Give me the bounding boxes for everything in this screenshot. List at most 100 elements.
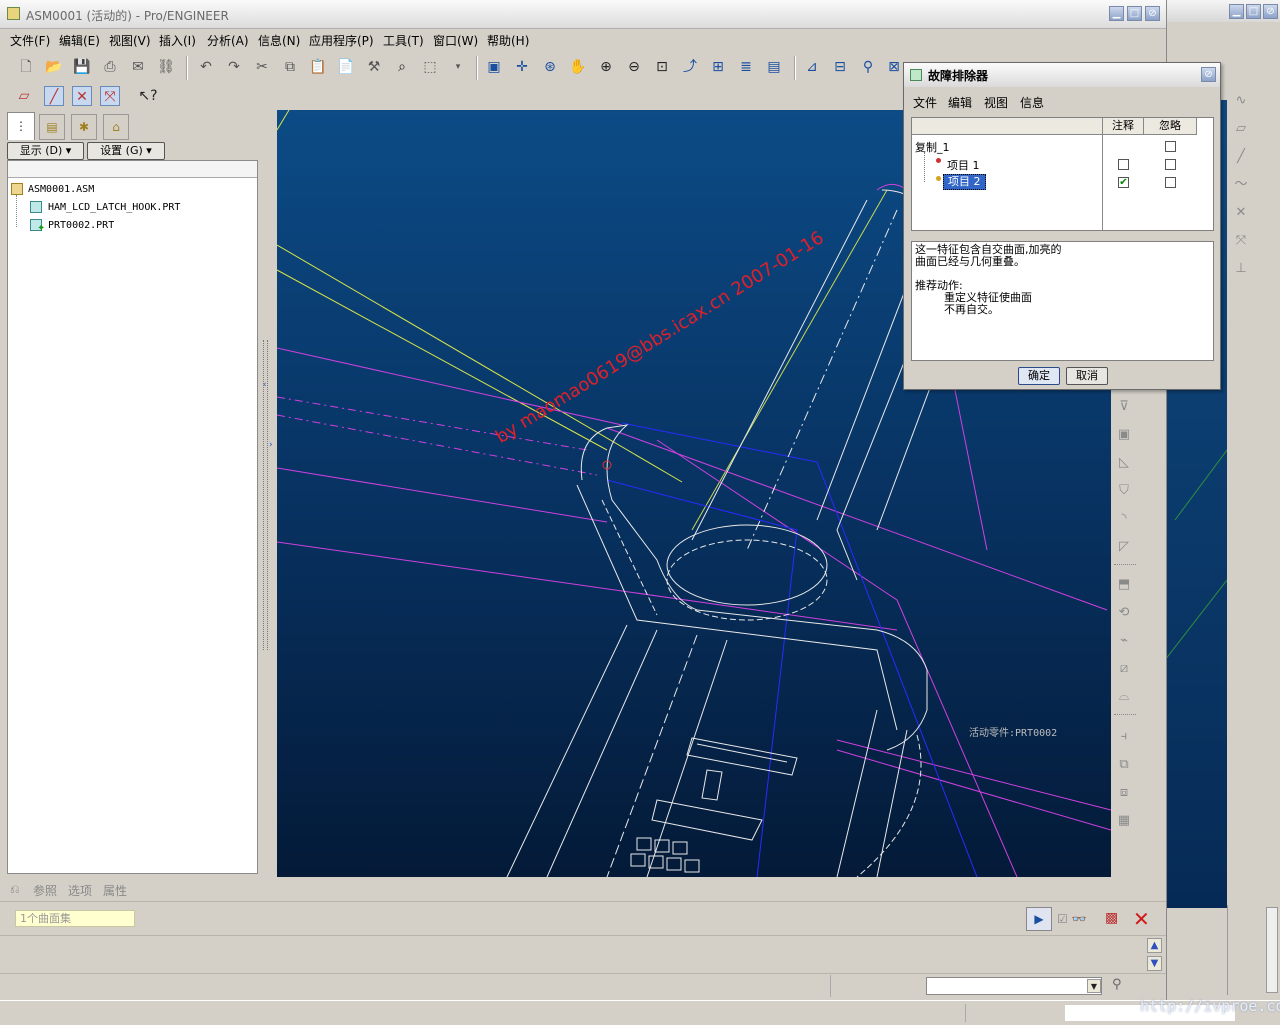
plane-display-icon[interactable]: ▱ [14,86,34,106]
tab-references[interactable]: 参照 [33,882,57,899]
expand-arrow-icon[interactable]: › [269,440,273,450]
pan-icon[interactable]: ✋ [568,57,588,77]
cut-icon[interactable]: ✂ [252,57,272,77]
menu-tools[interactable]: 工具(T) [383,32,424,49]
scroll-down-icon[interactable]: ▼ [1147,956,1162,971]
spin-center-icon[interactable]: ✛ [512,57,532,77]
datum-axis-icon[interactable]: ╱ [1232,148,1250,166]
menu-analysis[interactable]: 分析(A) [207,32,249,49]
revolve-tool-icon[interactable]: ⟲ [1115,604,1133,622]
close-icon[interactable]: ⊘ [1145,6,1160,21]
mirror-tool-icon[interactable]: ⫞ [1115,728,1133,746]
shell-tool-icon[interactable]: ▣ [1115,426,1133,444]
issue-row-item-1[interactable]: 项目 1 [947,157,980,173]
resume-play-icon[interactable]: ▶ [1026,907,1052,931]
zoom-out-icon[interactable]: ⊖ [624,57,644,77]
note-checkbox-item-2[interactable]: ✔ [1118,177,1129,188]
tab-properties[interactable]: 属性 [103,882,127,899]
view-manager-icon[interactable]: ▤ [764,57,784,77]
bg-scrollbar[interactable] [1227,905,1278,995]
navigator-splitter[interactable]: ‹ › [261,110,275,876]
redo-icon[interactable]: ↷ [224,57,244,77]
surface-collector[interactable]: 1个曲面集 [15,910,135,927]
tab-options[interactable]: 选项 [68,882,92,899]
menu-insert[interactable]: 插入(I) [159,32,196,49]
hole-tool-icon[interactable]: ⊽ [1115,398,1133,416]
ignore-checkbox-item-2[interactable] [1165,177,1176,188]
filter-dropdown[interactable]: ▼ [926,977,1102,995]
menu-window[interactable]: 窗口(W) [433,32,478,49]
select-box-icon[interactable]: ⬚ [420,57,440,77]
tree-item-part-latch-hook[interactable]: HAM_LCD_LATCH_HOOK.PRT [48,202,180,213]
menu-help[interactable]: 帮助(H) [487,32,529,49]
menu-info[interactable]: 信息(N) [258,32,300,49]
csys-display-icon[interactable]: ⤧ [100,86,120,106]
context-help-icon[interactable]: ↖? [138,86,158,106]
tab-favorites-icon[interactable]: ✱ [71,114,97,140]
ignore-checkbox-item-1[interactable] [1165,159,1176,170]
point-display-icon[interactable]: ✕ [72,86,92,106]
trim-tool-icon[interactable]: ⧈ [1115,784,1133,802]
datum-point-on-icon[interactable]: ⚲ [858,57,878,77]
datum-plane-icon[interactable]: ▱ [1232,120,1250,138]
undo-icon[interactable]: ↶ [196,57,216,77]
repaint-icon[interactable]: ▣ [484,57,504,77]
find-icon[interactable]: ⌕ [392,57,412,77]
sweep-tool-icon[interactable]: ⌁ [1115,632,1133,650]
extrude-tool-icon[interactable]: ⬒ [1115,576,1133,594]
dialog-menu-file[interactable]: 文件 [913,94,937,111]
datum-axis-on-icon[interactable]: ⊟ [830,57,850,77]
note-checkbox-item-1[interactable] [1118,159,1129,170]
tree-item-assembly[interactable]: ASM0001.ASM [28,184,94,195]
new-file-icon[interactable]: 🗋 [16,57,36,77]
reorient-icon[interactable]: ⤴ [680,57,700,77]
build-feature-icon[interactable]: ▩ [1105,910,1118,926]
rib-tool-icon[interactable]: ◺ [1115,454,1133,472]
layers-icon[interactable]: ≣ [736,57,756,77]
bg-maximize-icon[interactable]: □ [1246,4,1261,19]
dialog-close-icon[interactable]: ⊘ [1201,67,1216,82]
paste-icon[interactable]: 📋 [308,57,328,77]
print-icon[interactable]: ⎙ [100,57,120,77]
saved-views-icon[interactable]: ⊞ [708,57,728,77]
blend-tool-icon[interactable]: ⧄ [1115,660,1133,678]
copy-icon[interactable]: ⧉ [280,57,300,77]
dialog-menu-view[interactable]: 视图 [984,94,1008,111]
datum-point-icon[interactable]: ✕ [1232,204,1250,222]
zoom-in-icon[interactable]: ⊕ [596,57,616,77]
csys-icon[interactable]: ⤧ [1232,232,1250,250]
save-icon[interactable]: 💾 [72,57,92,77]
message-scrollbar[interactable]: ▲ ▼ [1147,938,1162,972]
orient-mode-icon[interactable]: ⊛ [540,57,560,77]
menu-applications[interactable]: 应用程序(P) [309,32,374,49]
round-tool-icon[interactable]: ◝ [1115,510,1133,528]
filter-dropdown-arrow-icon[interactable]: ▼ [1087,979,1101,993]
email-icon[interactable]: ✉ [128,57,148,77]
pattern-tool-icon[interactable]: ▦ [1115,812,1133,830]
issue-row-copy[interactable]: 复制_1 [915,139,950,155]
regenerate-icon[interactable]: ⚒ [364,57,384,77]
maximize-icon[interactable]: □ [1127,6,1142,21]
menu-edit[interactable]: 编辑(E) [59,32,100,49]
display-button[interactable]: 显示 (D) ▾ [7,142,84,160]
menu-view[interactable]: 视图(V) [109,32,151,49]
axis-display-icon[interactable]: ╱ [44,86,64,106]
csys-on-icon[interactable]: ⊠ [884,57,904,77]
scroll-up-icon[interactable]: ▲ [1147,938,1162,953]
collapse-arrow-icon[interactable]: ‹ [263,380,267,390]
cancel-button[interactable]: 取消 [1066,367,1108,385]
menu-file[interactable]: 文件(F) [10,32,50,49]
cancel-feature-icon[interactable]: ✕ [1133,907,1150,931]
dialog-menu-edit[interactable]: 编辑 [948,94,972,111]
paste-special-icon[interactable]: 📄 [336,57,356,77]
preview-glasses-icon[interactable]: ☑ 👓 [1057,909,1099,929]
bg-minimize-icon[interactable]: ▁ [1229,4,1244,19]
chamfer-tool-icon[interactable]: ◸ [1115,538,1133,556]
email-link-icon[interactable]: ⛓ [156,57,176,77]
dialog-menu-info[interactable]: 信息 [1020,94,1044,111]
issue-row-item-2[interactable]: 项目 2 [943,174,986,190]
bg-close-icon[interactable]: ⊘ [1263,4,1278,19]
datum-plane-on-icon[interactable]: ⊿ [802,57,822,77]
refit-icon[interactable]: ⊡ [652,57,672,77]
ok-button[interactable]: 确定 [1018,367,1060,385]
